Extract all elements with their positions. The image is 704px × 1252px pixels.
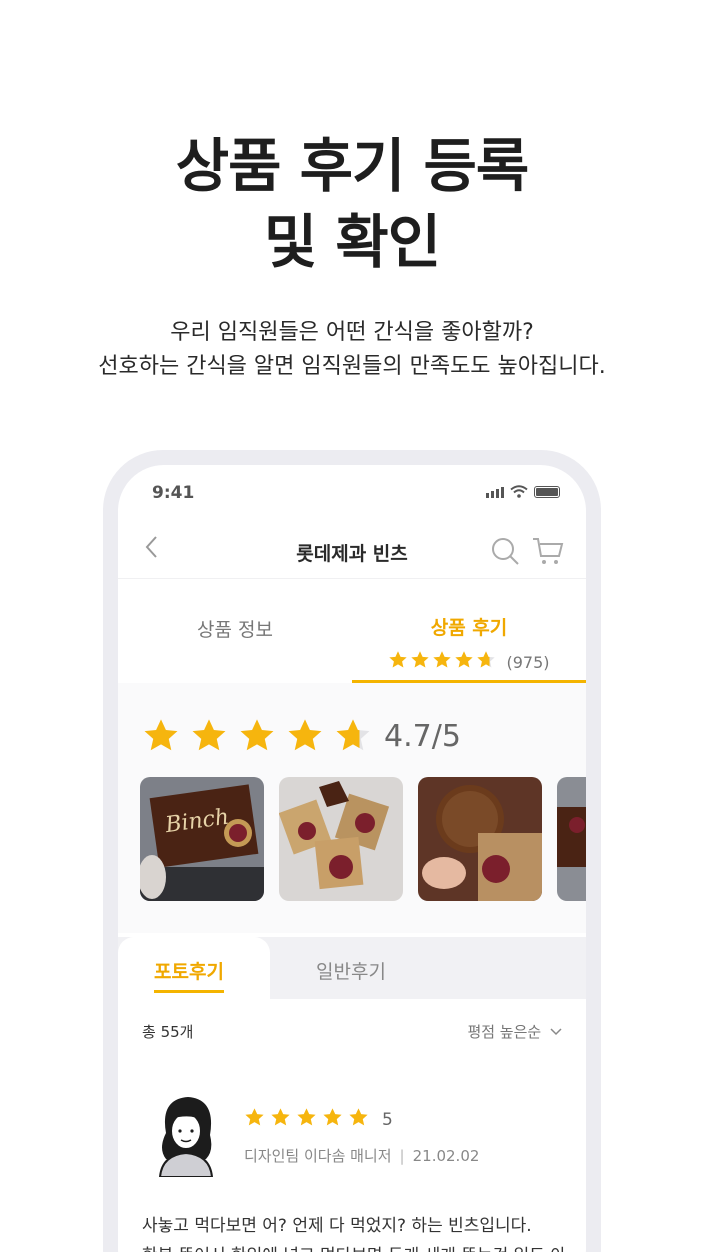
star-icon	[334, 717, 372, 759]
review-score: 5	[382, 1109, 393, 1130]
subline-line2: 선호하는 간식을 알면 임직원들의 만족도도 높아집니다.	[98, 354, 606, 379]
phone-screen: 9:41 롯데제과 빈츠 상품 정보 상품 후기 (975) 4.7/5 Bin…	[118, 465, 586, 1252]
search-icon[interactable]	[490, 536, 520, 566]
star-icon	[244, 1107, 265, 1132]
star-icon	[454, 650, 474, 674]
review-photo[interactable]	[279, 777, 403, 901]
review-author-line: 디자인팀 이다솜 매니저 | 21.02.02	[244, 1147, 480, 1165]
star-icon	[410, 650, 430, 674]
review-date: 21.02.02	[412, 1147, 480, 1165]
star-icon	[190, 717, 228, 759]
star-icon	[142, 717, 180, 759]
chevron-down-icon	[550, 1028, 562, 1036]
review-count: (975)	[506, 652, 550, 672]
review-list-header: 총 55개 평점 높은순	[118, 999, 586, 1059]
subline-line1: 우리 임직원들은 어떤 간식을 좋아할까?	[170, 320, 534, 345]
review-text-line2: 한봉 뜯어서 한입에 넣고 먹다보면 두개 세개 뜯는건 일도 아	[142, 1241, 582, 1252]
review-author: 디자인팀 이다솜 매니저	[244, 1147, 392, 1165]
review-text: 사놓고 먹다보면 어? 언제 다 먹었지? 하는 빈츠입니다. 한봉 뜯어서 한…	[142, 1211, 582, 1252]
average-rating-score: 4.7/5	[384, 719, 461, 754]
review-text-line1: 사놓고 먹다보면 어? 언제 다 먹었지? 하는 빈츠입니다.	[142, 1216, 532, 1236]
status-icons	[486, 485, 560, 498]
review-total: 총 55개	[142, 1023, 194, 1041]
review-photo[interactable]: Binch	[140, 777, 264, 901]
tab-product-info-label: 상품 정보	[197, 619, 273, 641]
star-icon	[432, 650, 452, 674]
review-stars: 5	[244, 1107, 393, 1132]
tab-product-review-label: 상품 후기	[430, 617, 508, 639]
star-icon	[388, 650, 408, 674]
sort-label: 평점 높은순	[467, 1023, 542, 1041]
star-icon	[348, 1107, 369, 1132]
phone-frame: 9:41 롯데제과 빈츠 상품 정보 상품 후기 (975) 4.7/5 Bin…	[103, 450, 601, 1252]
sort-dropdown[interactable]: 평점 높은순	[467, 1021, 562, 1042]
status-time: 9:41	[152, 483, 195, 503]
star-icon	[296, 1107, 317, 1132]
headline-line1: 상품 후기 등록	[175, 132, 530, 200]
star-icon	[286, 717, 324, 759]
tab-product-info[interactable]: 상품 정보	[118, 579, 352, 683]
avatar	[158, 1097, 214, 1177]
review-photo-strip: Binch	[140, 777, 586, 901]
review-photo[interactable]	[557, 777, 586, 901]
review-type-tabs: 포토후기 일반후기	[118, 937, 586, 999]
signal-icon	[486, 487, 504, 498]
nav-bar: 롯데제과 빈츠	[118, 523, 586, 579]
subline: 우리 임직원들은 어떤 간식을 좋아할까? 선호하는 간식을 알면 임직원들의 …	[0, 316, 704, 384]
battery-icon	[534, 486, 560, 498]
wifi-icon	[510, 485, 528, 498]
status-bar: 9:41	[118, 465, 586, 523]
headline-line2: 및 확인	[263, 208, 441, 276]
star-icon	[476, 650, 496, 674]
star-icon	[270, 1107, 291, 1132]
tab-rating-stars: (975)	[352, 650, 586, 674]
review-photo[interactable]	[418, 777, 542, 901]
tab-general-review[interactable]: 일반후기	[316, 957, 386, 984]
tab-photo-review[interactable]: 포토후기	[118, 937, 270, 999]
headline: 상품 후기 등록 및 확인	[0, 128, 704, 280]
cart-icon[interactable]	[532, 536, 564, 566]
tab-photo-review-label: 포토후기	[154, 957, 224, 993]
tab-product-review[interactable]: 상품 후기 (975)	[352, 579, 586, 683]
star-icon	[322, 1107, 343, 1132]
rating-summary: 4.7/5 Binch	[118, 683, 586, 933]
product-tabs: 상품 정보 상품 후기 (975)	[118, 579, 586, 683]
star-icon	[238, 717, 276, 759]
average-rating-stars	[142, 717, 372, 759]
